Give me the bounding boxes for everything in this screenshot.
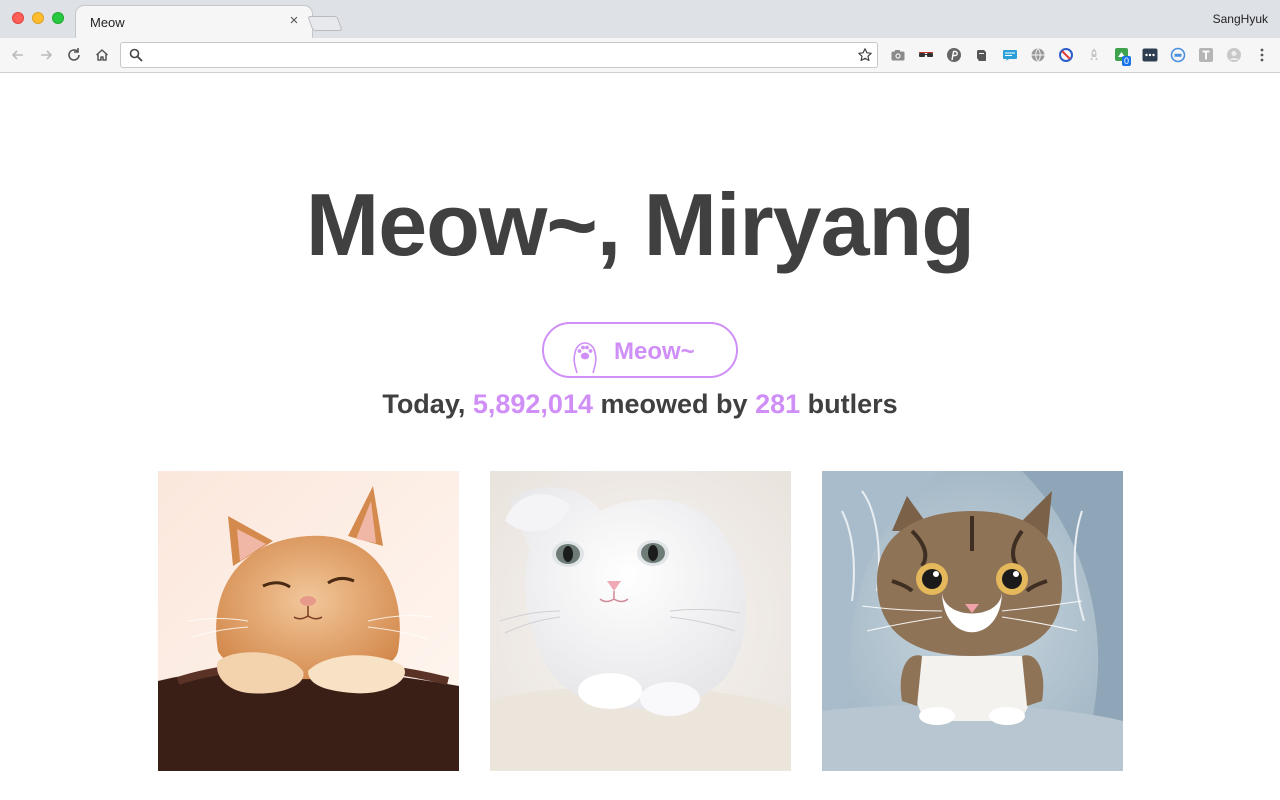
tabby-cat-in-tunnel-photo [822, 471, 1123, 771]
ellipsis-box-icon [1142, 48, 1158, 62]
address-bar[interactable] [120, 42, 878, 68]
text-extension-button[interactable] [1198, 47, 1214, 63]
reload-icon [68, 48, 80, 61]
orange-tabby-cat-photo [158, 471, 459, 771]
stats-prefix: Today, [382, 389, 466, 419]
search-icon [129, 48, 143, 62]
cat-photo-orange-tabby[interactable] [158, 471, 459, 771]
back-arrow-icon [11, 50, 23, 60]
pinterest-extension-button[interactable] [946, 47, 962, 63]
browser-titlebar: Meow × SangHyuk [0, 0, 1280, 38]
stats-middle: meowed by [600, 389, 748, 419]
bookmark-star-icon [858, 48, 872, 62]
extension-badge: 0 [1122, 56, 1132, 66]
sunglasses-icon [919, 52, 933, 57]
translate-chat-icon [1003, 50, 1017, 61]
globe-icon [1031, 48, 1045, 62]
browser-toolbar: 0 [0, 38, 1280, 73]
home-icon [95, 49, 109, 61]
back-button[interactable] [9, 46, 27, 64]
address-input[interactable] [149, 46, 853, 66]
avatar-icon [1227, 48, 1241, 62]
butler-count: 281 [755, 389, 801, 419]
block-icon [1059, 48, 1073, 62]
vertical-dots-icon [1260, 48, 1264, 62]
reload-button[interactable] [65, 46, 83, 64]
cat-paw-icon [573, 342, 597, 374]
translate-extension-button[interactable] [1002, 47, 1018, 63]
window-maximize-button[interactable] [52, 12, 64, 24]
meow-stats: Today, 5,892,014 meowed by 281 butlers [0, 389, 1280, 420]
meow-button-label: Meow~ [614, 338, 695, 365]
cat-photo-tabby-tunnel[interactable] [822, 471, 1123, 771]
tab-title: Meow [90, 15, 125, 30]
new-tab-button[interactable] [307, 16, 343, 31]
pinterest-icon [947, 48, 961, 62]
white-kitten-photo [490, 471, 791, 771]
evernote-extension-button[interactable] [974, 47, 990, 63]
forward-button[interactable] [37, 46, 55, 64]
rocket-extension-button[interactable] [1086, 47, 1102, 63]
sync-extension-button[interactable] [1170, 47, 1186, 63]
window-minimize-button[interactable] [32, 12, 44, 24]
meow-button[interactable]: Meow~ [542, 322, 738, 378]
sunglasses-extension-button[interactable] [918, 47, 934, 63]
more-dots-extension-button[interactable] [1142, 47, 1158, 63]
evernote-elephant-icon [977, 50, 986, 61]
text-t-icon [1199, 48, 1213, 62]
cat-photo-white-kitten[interactable] [490, 471, 791, 771]
sync-circle-icon [1170, 47, 1186, 63]
home-button[interactable] [93, 46, 111, 64]
blocker-extension-button[interactable] [1058, 47, 1074, 63]
profile-name[interactable]: SangHyuk [1213, 12, 1268, 26]
window-close-button[interactable] [12, 12, 24, 24]
tab-close-icon[interactable]: × [286, 13, 302, 29]
globe-extension-button[interactable] [1030, 47, 1046, 63]
forward-arrow-icon [41, 50, 53, 60]
camera-icon [891, 50, 905, 61]
browser-tab[interactable]: Meow × [76, 6, 312, 38]
stats-suffix: butlers [807, 389, 898, 419]
avatar-extension-button[interactable] [1226, 47, 1242, 63]
camera-extension-button[interactable] [890, 47, 906, 63]
feedly-extension-button[interactable]: 0 [1114, 47, 1132, 66]
meow-count: 5,892,014 [472, 389, 593, 419]
chrome-menu-button[interactable] [1253, 46, 1271, 64]
page-headline: Meow~, Miryang [305, 175, 975, 274]
rocket-icon [1090, 48, 1098, 60]
